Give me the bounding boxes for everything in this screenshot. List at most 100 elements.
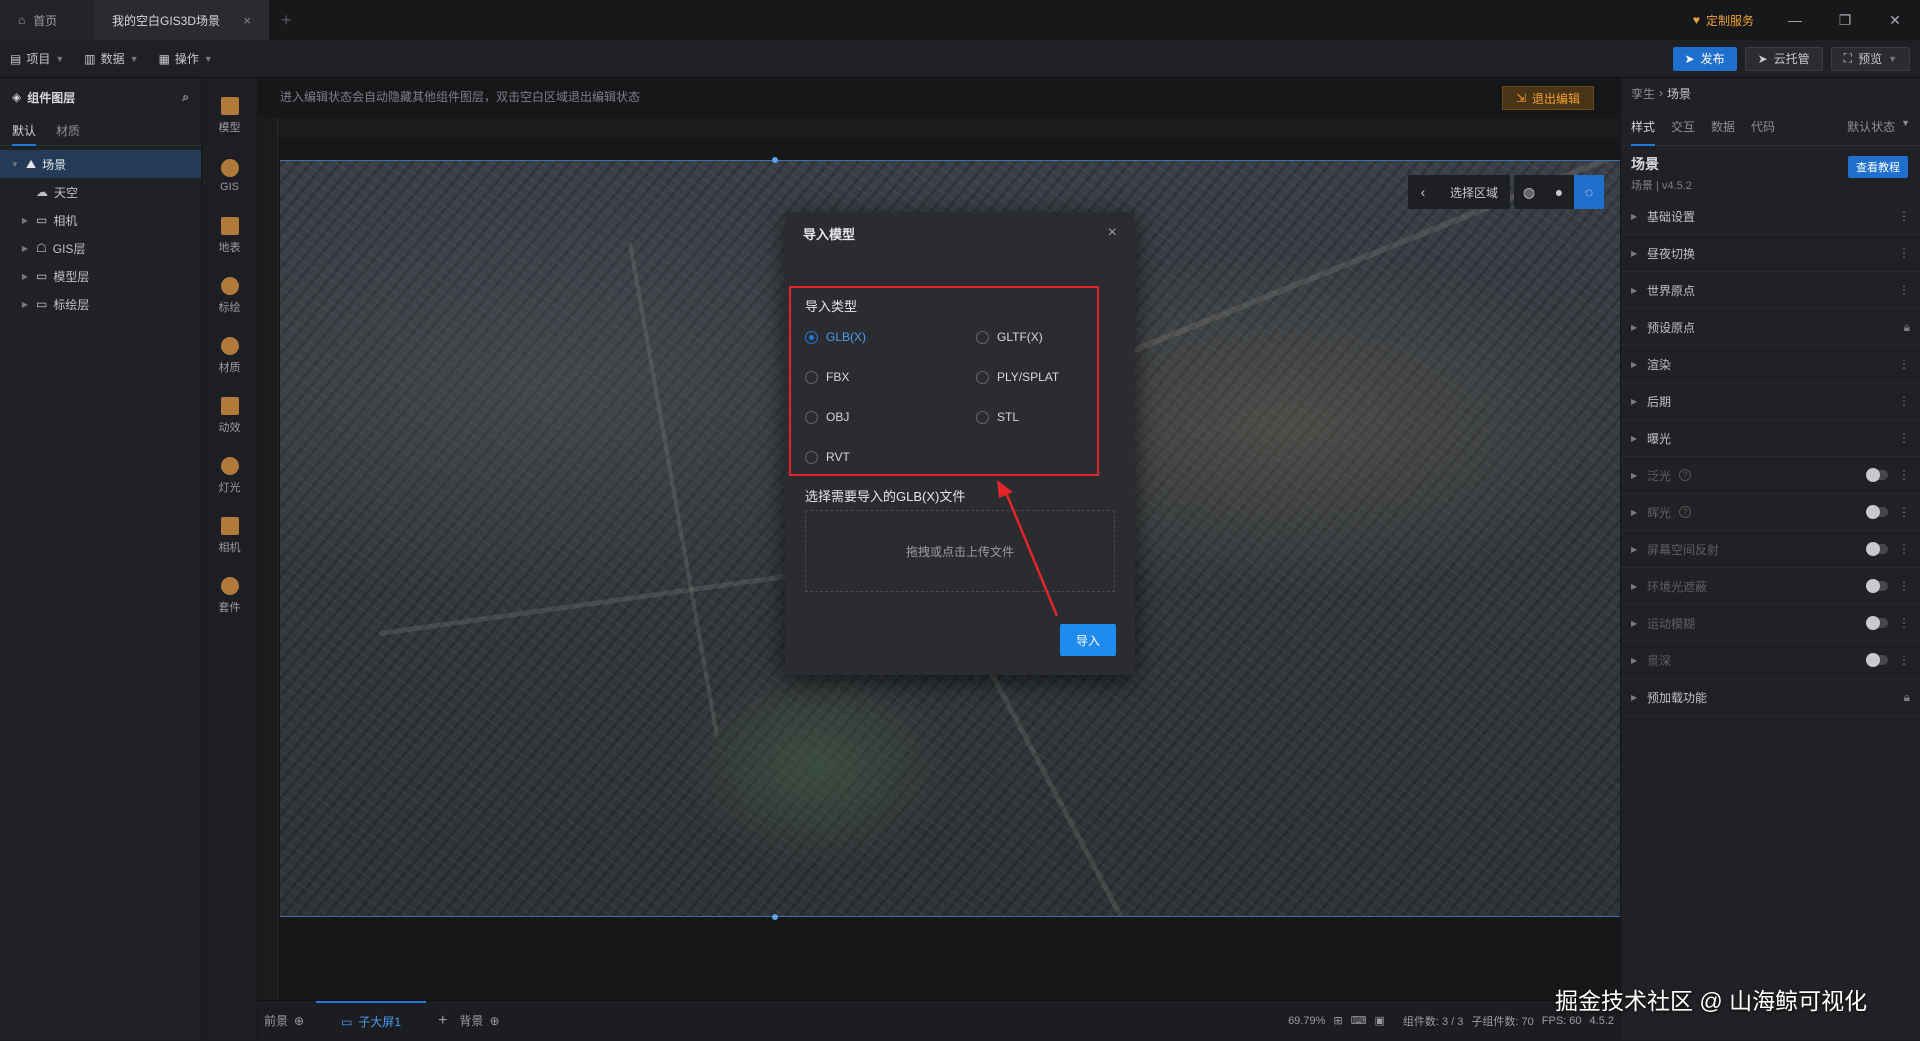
section-motion-blur[interactable]: ▶ 运动模糊 ⋮: [1621, 605, 1920, 642]
menu-operate[interactable]: ▦ 操作 ▼: [159, 50, 213, 67]
chevron-right-icon[interactable]: ▶: [20, 244, 30, 253]
bloom-toggle[interactable]: [1866, 468, 1888, 482]
ssr-toggle[interactable]: [1866, 542, 1888, 556]
layer-back[interactable]: 背景 ⊕: [459, 1012, 499, 1029]
section-bloom[interactable]: ▶ 泛光? ⋮: [1621, 457, 1920, 494]
chevron-right-icon[interactable]: ▶: [20, 300, 30, 309]
resize-handle[interactable]: [772, 914, 778, 920]
help-icon[interactable]: ?: [1679, 469, 1692, 481]
menu-project[interactable]: ▤ 项目 ▼: [10, 50, 64, 67]
library-light[interactable]: 灯光: [202, 446, 257, 506]
orbit-icon[interactable]: ◌: [1574, 175, 1604, 209]
chevron-right-icon[interactable]: ▶: [20, 216, 30, 225]
section-preset-origin[interactable]: ▶ 预设原点 🔒︎: [1621, 309, 1920, 346]
sphere-icon[interactable]: ●: [1544, 175, 1574, 209]
more-icon[interactable]: ⋮: [1898, 653, 1910, 667]
section-ao[interactable]: ▶ 环境光遮蔽 ⋮: [1621, 568, 1920, 605]
more-icon[interactable]: ⋮: [1898, 394, 1910, 408]
resize-handle[interactable]: [772, 157, 778, 163]
section-glow[interactable]: ▶ 辉光? ⋮: [1621, 494, 1920, 531]
library-effect[interactable]: 动效: [202, 386, 257, 446]
tab-data[interactable]: 数据: [1711, 108, 1735, 146]
state-select[interactable]: 默认状态 ▼: [1847, 118, 1910, 135]
minimize-icon[interactable]: —: [1770, 12, 1820, 28]
section-basic[interactable]: ▶ 基础设置 ⋮: [1621, 198, 1920, 235]
section-dof[interactable]: ▶ 景深 ⋮: [1621, 642, 1920, 679]
radio-glb[interactable]: GLB(X): [805, 330, 866, 344]
breadcrumb-root[interactable]: 孪生: [1631, 85, 1655, 102]
tab-material[interactable]: 材质: [56, 116, 80, 146]
glow-toggle[interactable]: [1866, 505, 1888, 519]
tree-item-plot[interactable]: ▶ ▭ 标绘层: [0, 290, 201, 318]
select-region-button[interactable]: 选择区域: [1438, 184, 1510, 201]
radio-ply[interactable]: PLY/SPLAT: [976, 370, 1059, 384]
close-icon[interactable]: ×: [243, 13, 251, 28]
help-icon[interactable]: ?: [1679, 506, 1692, 518]
chevron-right-icon[interactable]: ▶: [20, 272, 30, 281]
menu-data[interactable]: ▥ 数据 ▼: [84, 50, 138, 67]
motion-blur-toggle[interactable]: [1866, 616, 1888, 630]
radio-obj[interactable]: OBJ: [805, 410, 849, 424]
section-daynight[interactable]: ▶ 昼夜切换 ⋮: [1621, 235, 1920, 272]
window-close-icon[interactable]: ✕: [1870, 12, 1920, 29]
library-camera[interactable]: 相机: [202, 506, 257, 566]
globe-icon[interactable]: ◍: [1514, 175, 1544, 209]
terminal-icon[interactable]: ▣: [1374, 1014, 1384, 1027]
tree-item-model[interactable]: ▶ ▭ 模型层: [0, 262, 201, 290]
preview-button[interactable]: ⛶ 预览 ▼: [1830, 46, 1910, 71]
tree-item-scene[interactable]: ▼ ⛰ 场景: [0, 150, 201, 178]
more-icon[interactable]: ⋮: [1898, 209, 1910, 223]
section-ssr[interactable]: ▶ 屏幕空间反射 ⋮: [1621, 531, 1920, 568]
fit-icon[interactable]: ⊞: [1333, 1014, 1342, 1027]
tab-style[interactable]: 样式: [1631, 108, 1656, 146]
more-icon[interactable]: ⋮: [1898, 616, 1910, 630]
tab-code[interactable]: 代码: [1751, 108, 1775, 146]
tree-item-sky[interactable]: ☁ 天空: [0, 178, 201, 206]
view-tutorial-button[interactable]: 查看教程: [1848, 156, 1908, 178]
more-icon[interactable]: ⋮: [1898, 468, 1910, 482]
custom-service-button[interactable]: ♥ 定制服务: [1677, 12, 1770, 29]
more-icon[interactable]: ⋮: [1898, 283, 1910, 297]
more-icon[interactable]: ⋮: [1898, 246, 1910, 260]
import-button[interactable]: 导入: [1060, 624, 1116, 656]
more-icon[interactable]: ⋮: [1898, 542, 1910, 556]
library-material[interactable]: 材质: [202, 326, 257, 386]
add-screen-icon[interactable]: +: [438, 1012, 447, 1030]
restore-icon[interactable]: ❐: [1820, 12, 1870, 29]
section-post[interactable]: ▶ 后期 ⋮: [1621, 383, 1920, 420]
radio-fbx[interactable]: FBX: [805, 370, 849, 384]
publish-button[interactable]: ➤ 发布: [1672, 46, 1737, 71]
exit-edit-button[interactable]: ⇲ 退出编辑: [1502, 86, 1594, 110]
layer-front[interactable]: 前景 ⊕: [264, 1012, 304, 1029]
tree-item-gis[interactable]: ▶ ☖ GIS层: [0, 234, 201, 262]
section-preload[interactable]: ▶ 预加载功能 🔒︎: [1621, 679, 1920, 716]
more-icon[interactable]: ⋮: [1898, 431, 1910, 445]
dof-toggle[interactable]: [1866, 653, 1888, 667]
close-icon[interactable]: ×: [1108, 224, 1117, 242]
section-render[interactable]: ▶ 渲染 ⋮: [1621, 346, 1920, 383]
chevron-down-icon[interactable]: ▼: [10, 160, 20, 169]
more-icon[interactable]: ⋮: [1898, 505, 1910, 519]
radio-gltf[interactable]: GLTF(X): [976, 330, 1043, 344]
chevron-left-icon[interactable]: ‹: [1408, 175, 1438, 209]
section-world-origin[interactable]: ▶ 世界原点 ⋮: [1621, 272, 1920, 309]
tab-default[interactable]: 默认: [12, 116, 37, 146]
add-circle-icon[interactable]: ⊕: [489, 1014, 499, 1028]
cloud-button[interactable]: ➤ 云托管: [1744, 46, 1823, 71]
tab-interaction[interactable]: 交互: [1671, 108, 1695, 146]
radio-rvt[interactable]: RVT: [805, 450, 850, 464]
ao-toggle[interactable]: [1866, 579, 1888, 593]
library-plot[interactable]: 标绘: [202, 266, 257, 326]
search-icon[interactable]: ⌕: [182, 90, 189, 105]
add-tab-icon[interactable]: +: [269, 0, 304, 40]
section-exposure[interactable]: ▶ 曝光 ⋮: [1621, 420, 1920, 457]
more-icon[interactable]: ⋮: [1898, 579, 1910, 593]
tree-item-camera[interactable]: ▶ ▭ 相机: [0, 206, 201, 234]
zoom-level[interactable]: 69.79%: [1288, 1015, 1325, 1027]
tab-project[interactable]: 我的空白GIS3D场景 ×: [94, 0, 269, 40]
library-gis[interactable]: GIS: [202, 146, 257, 206]
more-icon[interactable]: ⋮: [1898, 357, 1910, 371]
tab-home[interactable]: ⌂ 首页: [0, 0, 94, 40]
radio-stl[interactable]: STL: [976, 410, 1019, 424]
add-circle-icon[interactable]: ⊕: [294, 1014, 304, 1028]
